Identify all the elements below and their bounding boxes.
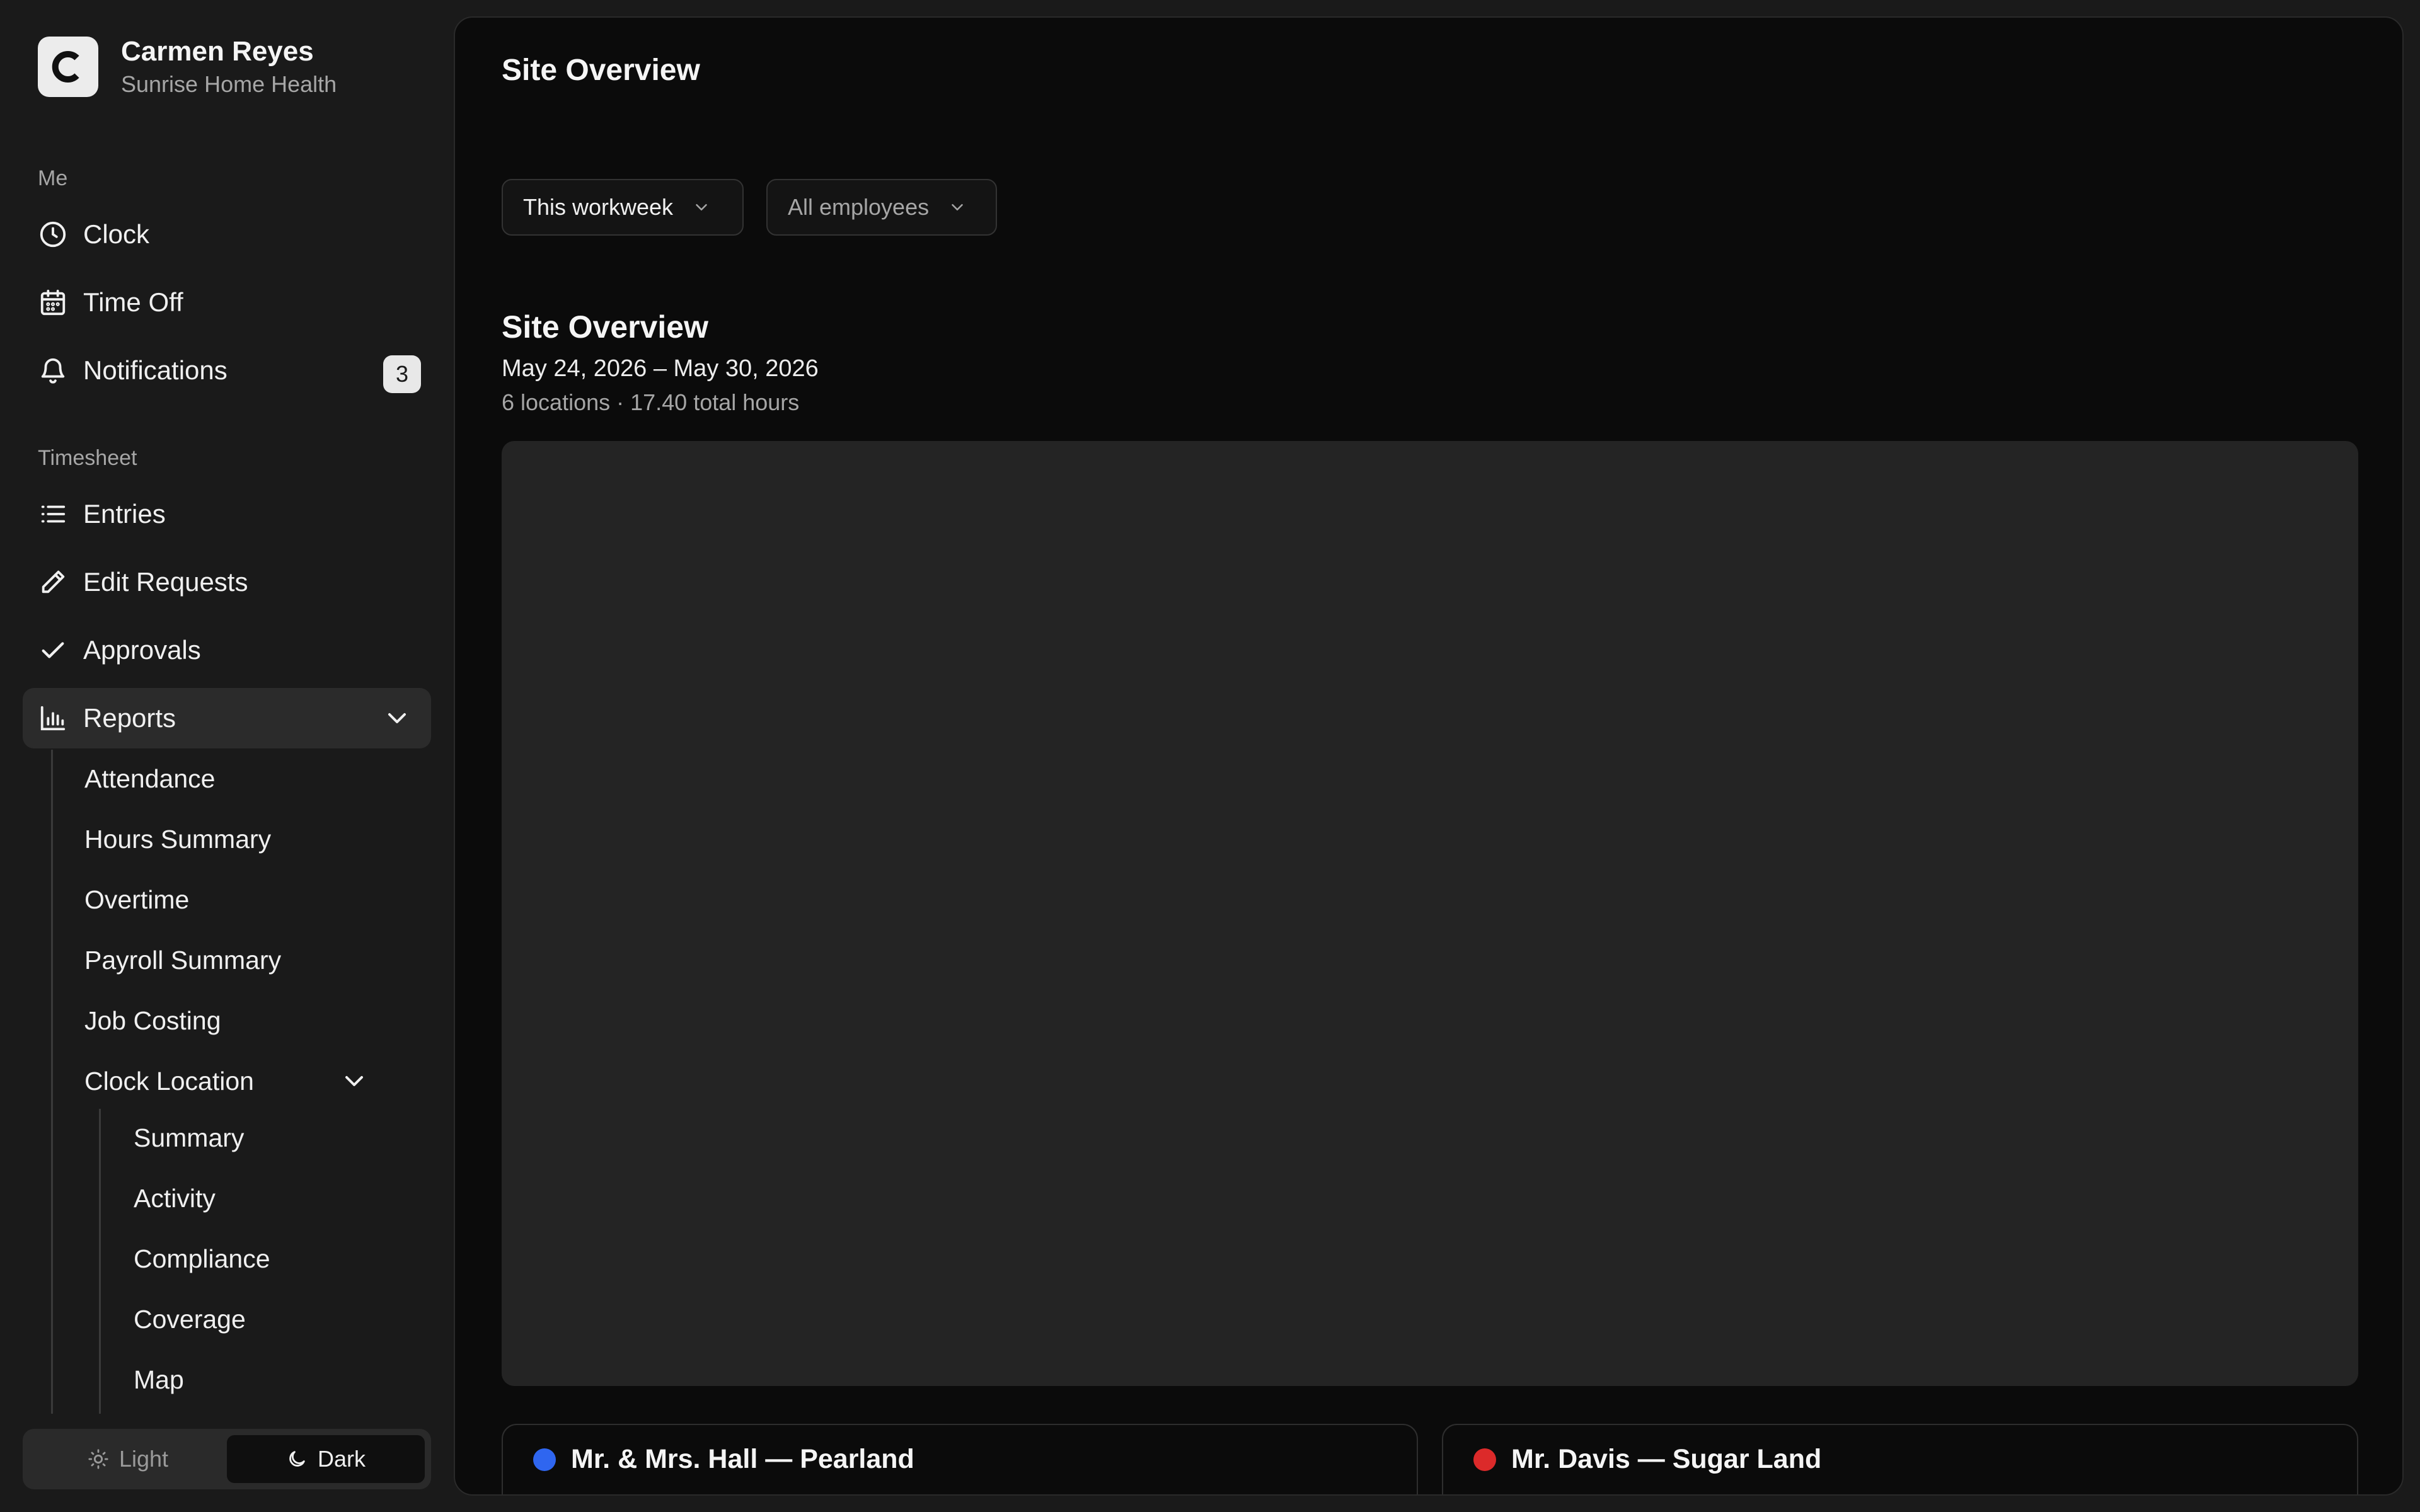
period-filter-value: This workweek <box>523 194 674 220</box>
chevron-down-icon[interactable] <box>339 1066 369 1096</box>
sidebar-item-label: Clock <box>83 219 150 249</box>
sidebar-subitem-attendance[interactable]: Attendance <box>84 756 215 801</box>
sidebar-subitem-map[interactable]: Map <box>134 1357 184 1402</box>
profile-org: Sunrise Home Health <box>121 71 337 97</box>
period-filter-dropdown[interactable]: This workweek <box>502 179 744 236</box>
location-color-dot <box>533 1448 556 1471</box>
sidebar-item-label: Edit Requests <box>83 567 248 597</box>
theme-light-label: Light <box>118 1446 169 1472</box>
sidebar-subitem-compliance[interactable]: Compliance <box>134 1236 270 1281</box>
location-color-dot <box>1473 1448 1496 1471</box>
location-card[interactable]: Mr. Davis — Sugar Land <box>1442 1424 2358 1494</box>
bar-chart-icon <box>38 703 68 733</box>
reports-tree-line <box>51 750 53 1414</box>
sidebar-subitem-activity[interactable]: Activity <box>134 1176 216 1221</box>
sun-icon <box>88 1449 108 1469</box>
location-name: Mr. & Mrs. Hall — Pearland <box>571 1444 914 1474</box>
employees-filter-value: All employees <box>788 194 930 220</box>
overview-title: Site Overview <box>502 309 708 345</box>
page-title: Site Overview <box>502 54 700 87</box>
clock-icon <box>38 219 68 249</box>
sidebar-item-approvals[interactable]: Approvals <box>23 620 431 680</box>
sidebar-subitem-coverage[interactable]: Coverage <box>134 1297 246 1342</box>
theme-light-button[interactable]: Light <box>29 1435 227 1483</box>
org-logo <box>38 37 98 97</box>
sidebar-subitem-hours-summary[interactable]: Hours Summary <box>84 816 271 862</box>
sidebar-item-label: Approvals <box>83 635 201 665</box>
section-label-me: Me <box>38 166 68 190</box>
moon-icon <box>289 1451 305 1467</box>
sidebar-item-label: Reports <box>83 703 176 733</box>
theme-dark-button[interactable]: Dark <box>227 1435 425 1483</box>
sidebar-item-clock[interactable]: Clock <box>23 204 431 265</box>
chevron-down-icon[interactable] <box>382 703 412 733</box>
theme-toggle: Light Dark <box>23 1429 431 1489</box>
sidebar-item-label: Notifications <box>83 355 228 385</box>
sidebar-item-entries[interactable]: Entries <box>23 484 431 544</box>
theme-dark-label: Dark <box>317 1446 366 1472</box>
sidebar-item-edit-requests[interactable]: Edit Requests <box>23 552 431 612</box>
employees-filter-dropdown[interactable]: All employees <box>766 179 997 236</box>
site-map[interactable] <box>502 441 2358 1386</box>
check-icon <box>38 635 68 665</box>
location-name: Mr. Davis — Sugar Land <box>1511 1444 1822 1474</box>
section-label-timesheet: Timesheet <box>38 446 137 470</box>
sidebar-item-label: Entries <box>83 499 166 529</box>
notification-count-badge: 3 <box>383 355 421 393</box>
location-card[interactable]: Mr. & Mrs. Hall — Pearland <box>502 1424 1418 1494</box>
main-panel: Site Overview This workweek All employee… <box>454 16 2404 1496</box>
sidebar-item-notifications[interactable]: Notifications 3 <box>23 340 431 401</box>
profile-header[interactable]: Carmen Reyes Sunrise Home Health <box>38 34 337 100</box>
sidebar-item-label: Time Off <box>83 287 183 317</box>
list-icon <box>38 499 68 529</box>
sidebar-subitem-summary[interactable]: Summary <box>134 1115 244 1160</box>
chevron-down-icon <box>952 204 963 210</box>
clock-location-tree-line <box>99 1109 101 1414</box>
sidebar-subitem-clock-location[interactable]: Clock Location <box>84 1058 254 1104</box>
sidebar-item-time-off[interactable]: Time Off <box>23 272 431 333</box>
sidebar-subitem-overtime[interactable]: Overtime <box>84 877 189 922</box>
overview-summary: 6 locations · 17.40 total hours <box>502 389 800 415</box>
bell-icon <box>38 355 68 386</box>
chevron-down-icon <box>696 204 707 210</box>
profile-name: Carmen Reyes <box>121 36 314 67</box>
sidebar-item-reports[interactable]: Reports <box>23 688 431 748</box>
overview-date-range: May 24, 2026 – May 30, 2026 <box>502 355 819 382</box>
sidebar: Carmen Reyes Sunrise Home Health Me Cloc… <box>0 0 454 1512</box>
pencil-icon <box>38 567 68 597</box>
sidebar-subitem-job-costing[interactable]: Job Costing <box>84 998 221 1043</box>
calendar-icon <box>38 287 68 318</box>
app: Carmen Reyes Sunrise Home Health Me Cloc… <box>0 0 2420 1512</box>
sidebar-subitem-payroll-summary[interactable]: Payroll Summary <box>84 937 281 983</box>
